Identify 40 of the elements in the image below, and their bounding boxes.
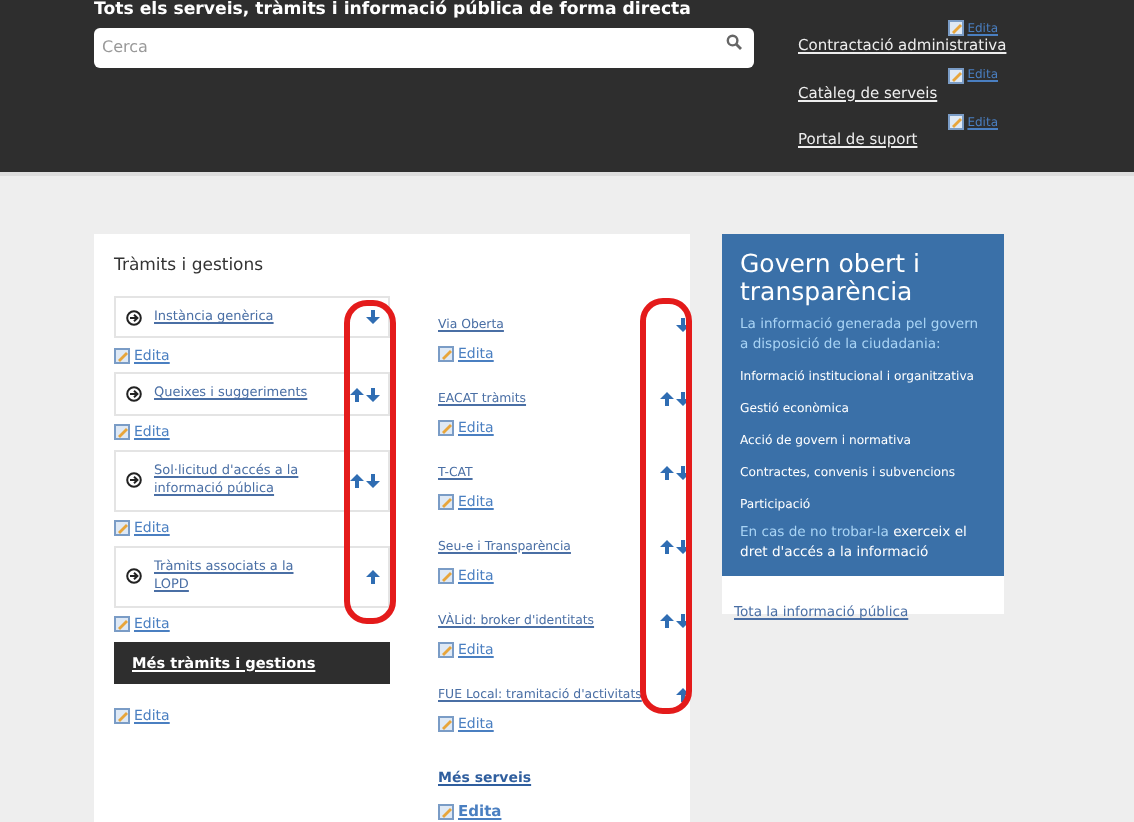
down-arrow-icon[interactable] — [676, 613, 690, 627]
up-arrow-icon[interactable] — [350, 387, 364, 402]
section-title: Tràmits i gestions — [114, 256, 266, 276]
header-title: Tots els serveis, tràmits i informació pública de forma directa — [94, 0, 693, 22]
pencil-icon — [438, 642, 454, 658]
pencil-icon — [114, 708, 130, 725]
panel-title: Govern obert i transparència — [740, 250, 922, 308]
pencil-icon — [438, 716, 454, 732]
up-arrow-icon[interactable] — [660, 613, 674, 627]
down-arrow-icon[interactable] — [366, 473, 380, 488]
up-arrow-icon[interactable] — [660, 465, 674, 479]
pencil-icon — [114, 616, 130, 633]
up-arrow-icon[interactable] — [350, 473, 364, 488]
circled-arrow-icon — [126, 386, 142, 403]
pencil-icon — [114, 347, 130, 364]
down-arrow-icon[interactable] — [676, 317, 690, 331]
pencil-icon — [438, 803, 454, 819]
down-arrow-icon[interactable] — [676, 465, 690, 479]
pencil-icon — [438, 494, 454, 510]
search-field[interactable]: Cerca — [94, 27, 754, 67]
pencil-icon — [438, 346, 454, 362]
up-arrow-icon[interactable] — [660, 539, 674, 553]
down-arrow-icon[interactable] — [676, 391, 690, 405]
down-arrow-icon[interactable] — [366, 310, 380, 325]
up-arrow-icon[interactable] — [660, 391, 674, 405]
pencil-icon — [438, 420, 454, 436]
pencil-icon — [947, 20, 964, 36]
pencil-icon — [114, 520, 130, 537]
pencil-icon — [947, 114, 964, 130]
pencil-icon — [114, 424, 130, 441]
pencil-icon — [947, 67, 964, 83]
down-arrow-icon[interactable] — [676, 539, 690, 553]
up-arrow-icon[interactable] — [366, 569, 380, 584]
circled-arrow-icon — [126, 309, 142, 326]
up-arrow-icon[interactable] — [676, 687, 690, 701]
circled-arrow-icon — [126, 472, 142, 489]
circled-arrow-icon — [126, 568, 142, 585]
down-arrow-icon[interactable] — [366, 387, 380, 402]
pencil-icon — [438, 568, 454, 584]
search-icon[interactable] — [726, 34, 742, 50]
